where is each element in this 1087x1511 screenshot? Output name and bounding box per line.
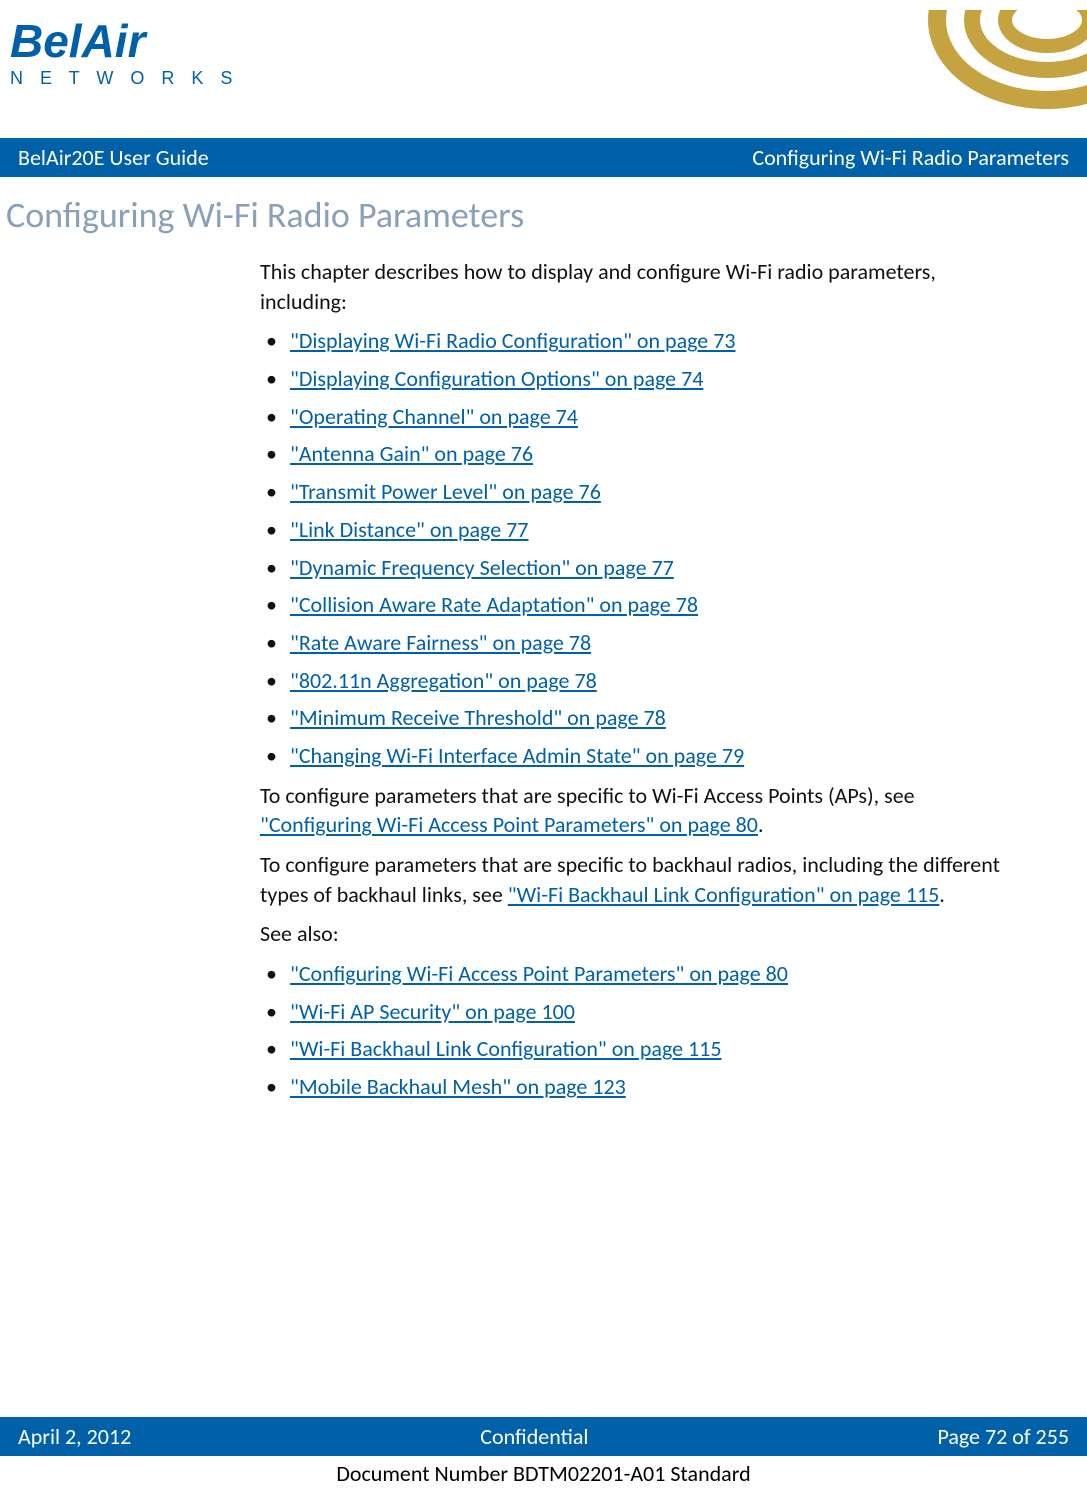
footer-page: Page 72 of 255: [937, 1423, 1069, 1450]
paragraph-backhaul: To configure parameters that are specifi…: [260, 850, 1027, 909]
xref-link[interactable]: "Wi-Fi Backhaul Link Configuration" on p…: [508, 881, 939, 908]
footer-band: April 2, 2012 Confidential Page 72 of 25…: [0, 1417, 1087, 1456]
footer: April 2, 2012 Confidential Page 72 of 25…: [0, 1417, 1087, 1487]
list-item: "Transmit Power Level" on page 76: [260, 477, 1027, 507]
header-band: BelAir20E User Guide Configuring Wi-Fi R…: [0, 138, 1087, 177]
xref-link[interactable]: "Wi-Fi Backhaul Link Configuration" on p…: [290, 1035, 721, 1062]
xref-link[interactable]: "Mobile Backhaul Mesh" on page 123: [290, 1073, 626, 1100]
header-left: BelAir20E User Guide: [18, 144, 209, 171]
intro-paragraph: This chapter describes how to display an…: [260, 257, 1027, 316]
xref-link[interactable]: "Transmit Power Level" on page 76: [290, 478, 601, 505]
paragraph-ap-config: To configure parameters that are specifi…: [260, 781, 1027, 840]
logo-subtext: N E T W O R K S: [10, 68, 238, 89]
xref-link[interactable]: "Changing Wi-Fi Interface Admin State" o…: [290, 742, 744, 769]
xref-link[interactable]: "Wi-Fi AP Security" on page 100: [290, 998, 575, 1025]
xref-link[interactable]: "Displaying Wi-Fi Radio Configuration" o…: [290, 327, 736, 354]
xref-link[interactable]: "Dynamic Frequency Selection" on page 77: [290, 554, 674, 581]
logo-text: BelAir: [10, 18, 145, 64]
list-item: "Rate Aware Fairness" on page 78: [260, 628, 1027, 658]
xref-link[interactable]: "Collision Aware Rate Adaptation" on pag…: [290, 591, 698, 618]
decor-wave-icon: [897, 10, 1087, 130]
xref-link[interactable]: "Operating Channel" on page 74: [290, 403, 578, 430]
list-item: "Configuring Wi-Fi Access Point Paramete…: [260, 959, 1027, 989]
chapter-title: Configuring Wi-Fi Radio Parameters: [0, 187, 1087, 247]
link-list-1: "Displaying Wi-Fi Radio Configuration" o…: [260, 326, 1027, 770]
list-item: "Link Distance" on page 77: [260, 515, 1027, 545]
list-item: "Collision Aware Rate Adaptation" on pag…: [260, 590, 1027, 620]
xref-link[interactable]: "Configuring Wi-Fi Access Point Paramete…: [290, 960, 788, 987]
list-item: "Dynamic Frequency Selection" on page 77: [260, 553, 1027, 583]
footer-confidential: Confidential: [480, 1423, 588, 1450]
list-item: "Minimum Receive Threshold" on page 78: [260, 703, 1027, 733]
list-item: "Changing Wi-Fi Interface Admin State" o…: [260, 741, 1027, 771]
xref-link[interactable]: "Link Distance" on page 77: [290, 516, 528, 543]
list-item: "Wi-Fi AP Security" on page 100: [260, 997, 1027, 1027]
top-bar: BelAir N E T W O R K S: [0, 0, 1087, 130]
header-right: Configuring Wi-Fi Radio Parameters: [752, 144, 1069, 171]
xref-link[interactable]: "802.11n Aggregation" on page 78: [290, 667, 597, 694]
list-item: "Wi-Fi Backhaul Link Configuration" on p…: [260, 1034, 1027, 1064]
footer-date: April 2, 2012: [18, 1423, 131, 1450]
brand-logo: BelAir N E T W O R K S: [10, 10, 238, 89]
see-also-label: See also:: [260, 919, 1027, 949]
link-list-2: "Configuring Wi-Fi Access Point Paramete…: [260, 959, 1027, 1102]
list-item: "Displaying Configuration Options" on pa…: [260, 364, 1027, 394]
xref-link[interactable]: "Displaying Configuration Options" on pa…: [290, 365, 703, 392]
content-body: This chapter describes how to display an…: [0, 257, 1087, 1102]
xref-link[interactable]: "Minimum Receive Threshold" on page 78: [290, 704, 666, 731]
list-item: "Operating Channel" on page 74: [260, 402, 1027, 432]
list-item: "Antenna Gain" on page 76: [260, 439, 1027, 469]
list-item: "Mobile Backhaul Mesh" on page 123: [260, 1072, 1027, 1102]
xref-link[interactable]: "Configuring Wi-Fi Access Point Paramete…: [260, 811, 758, 838]
list-item: "Displaying Wi-Fi Radio Configuration" o…: [260, 326, 1027, 356]
xref-link[interactable]: "Antenna Gain" on page 76: [290, 440, 533, 467]
doc-number: Document Number BDTM02201-A01 Standard: [0, 1460, 1087, 1487]
list-item: "802.11n Aggregation" on page 78: [260, 666, 1027, 696]
xref-link[interactable]: "Rate Aware Fairness" on page 78: [290, 629, 591, 656]
